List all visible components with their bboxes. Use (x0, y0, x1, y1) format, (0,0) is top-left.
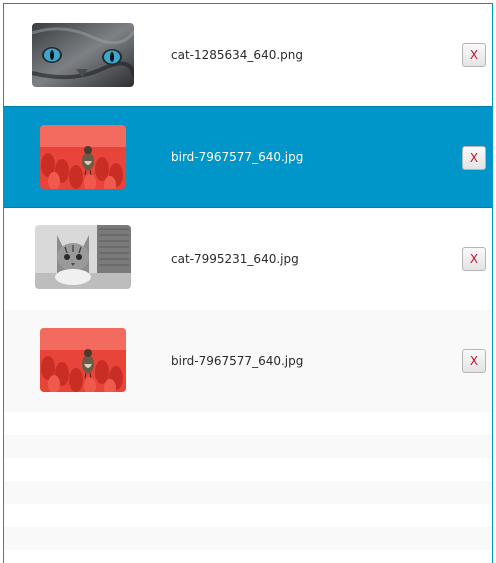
file-name: bird-7967577_640.jpg (171, 354, 304, 368)
file-list-row[interactable]: cat-7995231_640.jpg X (4, 208, 492, 310)
remove-button[interactable]: X (462, 146, 486, 170)
empty-list-row (4, 550, 492, 563)
empty-list-row (4, 481, 492, 504)
cat-thumbnail (32, 23, 134, 87)
file-list[interactable]: cat-1285634_640.png X bird-7967577_640.j… (3, 3, 493, 563)
remove-button[interactable]: X (462, 349, 486, 373)
bird-thumbnail (40, 328, 126, 392)
remove-button[interactable]: X (462, 43, 486, 67)
file-name: cat-1285634_640.png (171, 48, 303, 62)
remove-button[interactable]: X (462, 247, 486, 271)
file-list-row-selected[interactable]: bird-7967577_640.jpg X (4, 106, 492, 208)
empty-list-row (4, 412, 492, 435)
file-name: cat-7995231_640.jpg (171, 252, 299, 266)
file-list-row[interactable]: bird-7967577_640.jpg X (4, 310, 492, 412)
empty-list-row (4, 458, 492, 481)
empty-list-row (4, 435, 492, 458)
empty-list-row (4, 527, 492, 550)
empty-list-row (4, 504, 492, 527)
cat-thumbnail (35, 225, 131, 289)
file-list-row[interactable]: cat-1285634_640.png X (4, 4, 492, 106)
bird-thumbnail (40, 125, 126, 189)
file-name: bird-7967577_640.jpg (171, 150, 304, 164)
